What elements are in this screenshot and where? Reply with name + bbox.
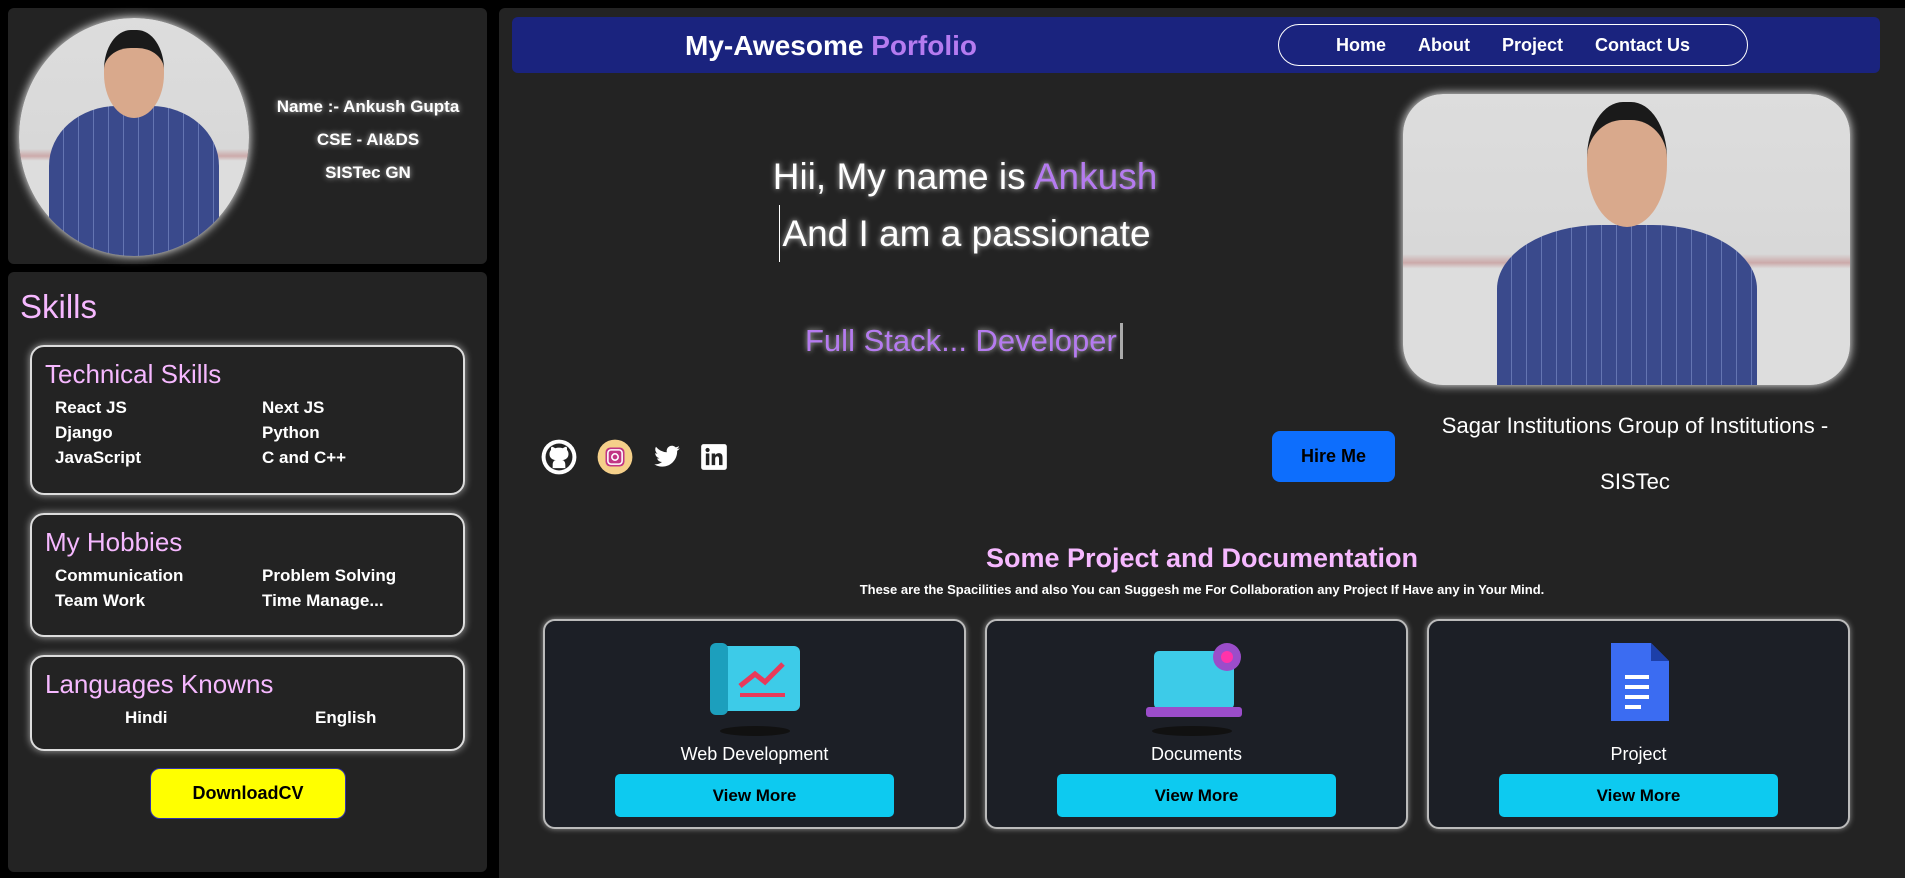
view-more-button[interactable]: View More (1057, 774, 1336, 817)
github-icon[interactable] (540, 438, 578, 476)
skill-item: Django (55, 423, 113, 442)
brand-text: My-Awesome (685, 30, 864, 61)
hero-photo (1403, 94, 1850, 385)
nav-links: Home About Project Contact Us (1278, 24, 1748, 66)
project-card-title: Project (1610, 744, 1667, 764)
brand-accent: Porfolio (871, 30, 977, 61)
nav-home[interactable]: Home (1336, 35, 1386, 56)
projects-title: Some Project and Documentation (985, 543, 1419, 573)
profile-card: Name :- Ankush Gupta CSE - AI&DS SISTec … (8, 8, 487, 264)
twitter-icon[interactable] (652, 443, 682, 471)
instagram-icon[interactable] (596, 438, 634, 476)
greeting-name: Ankush (1033, 156, 1158, 197)
hobbies-title: My Hobbies (45, 527, 183, 557)
hire-me-button[interactable]: Hire Me (1272, 431, 1395, 482)
web-development-icon (709, 643, 800, 736)
project-document-icon (1610, 643, 1669, 721)
greeting-line2: And I am a passionate (779, 205, 1151, 262)
project-card-project: Project View More (1427, 619, 1850, 829)
project-card-documents: Documents View More (985, 619, 1408, 829)
typed-role: Full Stack... Developer (805, 323, 1123, 359)
linkedin-icon[interactable] (700, 443, 728, 471)
greeting-text: Hii, My name is (772, 156, 1026, 197)
download-cv-button[interactable]: DownloadCV (150, 768, 346, 819)
hobby-item: Communication (55, 566, 184, 585)
project-card-web: Web Development View More (543, 619, 966, 829)
skill-item: JavaScript (55, 448, 141, 467)
social-links (540, 438, 728, 476)
skill-item: C and C++ (262, 448, 347, 467)
technical-skills-title: Technical Skills (45, 359, 222, 389)
profile-branch: CSE - AI&DS (316, 130, 420, 149)
skill-item: React JS (55, 398, 127, 417)
profile-college: SISTec GN (325, 163, 411, 182)
skills-sidebar: Skills Technical Skills React JS Next JS… (8, 272, 487, 872)
skill-item: Python (262, 423, 320, 442)
hobby-item: Time Manage... (262, 591, 384, 610)
photo-caption-line1: Sagar Institutions Group of Institutions… (1441, 413, 1829, 438)
project-card-title: Web Development (680, 744, 829, 764)
brand[interactable]: My-Awesome Porfolio (685, 30, 977, 62)
nav-project[interactable]: Project (1502, 35, 1563, 56)
hobby-item: Problem Solving (262, 566, 397, 585)
language-item: English (315, 708, 377, 727)
navbar: My-Awesome Porfolio Home About Project C… (512, 17, 1880, 73)
hero-greeting: Hii, My name is Ankush And I am a passio… (700, 148, 1230, 262)
documents-icon (1145, 643, 1242, 736)
technical-skills-card: Technical Skills React JS Next JS Django… (30, 345, 465, 495)
skill-item: Next JS (262, 398, 325, 417)
view-more-button[interactable]: View More (615, 774, 894, 817)
view-more-button[interactable]: View More (1499, 774, 1778, 817)
hobbies-card: My Hobbies Communication Problem Solving… (30, 513, 465, 637)
languages-card: Languages Knowns Hindi English (30, 655, 465, 751)
profile-avatar (19, 18, 249, 256)
language-item: Hindi (125, 708, 168, 727)
skills-title: Skills (20, 288, 98, 325)
photo-caption-line2: SISTec (1600, 469, 1670, 494)
hobby-item: Team Work (55, 591, 146, 610)
languages-title: Languages Knowns (45, 669, 274, 699)
profile-name: Name :- Ankush Gupta (276, 97, 460, 116)
nav-about[interactable]: About (1418, 35, 1470, 56)
project-card-title: Documents (1150, 744, 1243, 764)
nav-contact[interactable]: Contact Us (1595, 35, 1690, 56)
projects-subtitle: These are the Spacilities and also You c… (859, 582, 1545, 597)
